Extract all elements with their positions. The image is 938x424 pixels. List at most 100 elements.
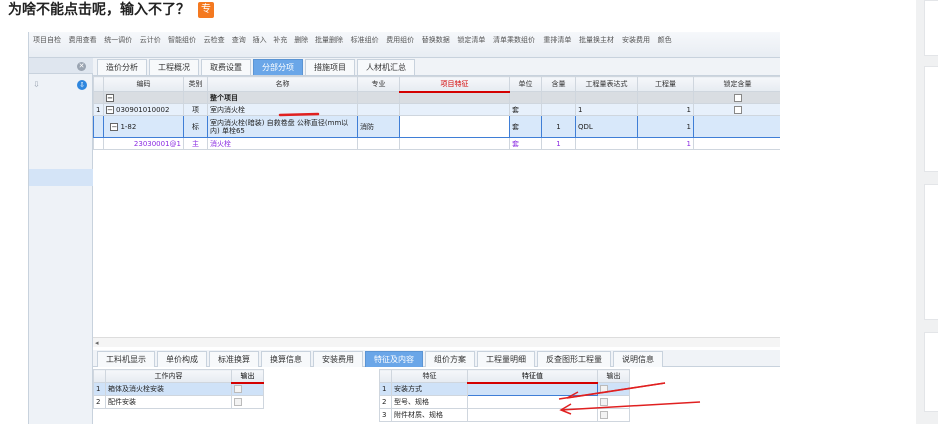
wc-row-text[interactable]: 配件安装 [105,395,232,409]
table-row[interactable]: 1 安装方式 [379,382,630,396]
col-header-ratio[interactable]: 含量 [541,76,576,92]
tab-cost-analysis[interactable]: 造价分析 [97,59,147,75]
tab-sub-items[interactable]: 分部分项 [253,59,303,75]
tab-conversion-info[interactable]: 换算信息 [261,351,311,367]
row-code: −030901010002 [103,103,184,116]
table-row[interactable]: 2 型号、规格 [379,395,630,409]
table-row[interactable]: − 整个项目 [93,91,780,104]
col-header-lock[interactable]: 锁定含量 [693,76,780,92]
output-checkbox[interactable] [600,398,608,406]
ribbon-button[interactable]: 插入 [253,35,267,45]
feature-value-input[interactable] [467,382,598,396]
output-checkbox[interactable] [600,385,608,393]
collapse-icon[interactable]: − [106,93,114,102]
main-tabs: 造价分析 工程概况 取费设置 分部分项 措施项目 人材机汇总 [93,58,780,76]
ribbon-button[interactable]: 锁定清单 [457,35,485,45]
tab-materials-summary[interactable]: 人材机汇总 [357,59,415,75]
scroll-left-icon[interactable]: ◂ [95,339,99,347]
row-name[interactable]: 室内消火栓 [207,103,358,116]
output-checkbox[interactable] [234,385,242,394]
feature-value-input[interactable] [467,408,598,422]
table-row[interactable]: 2 配件安装 [93,395,264,409]
output-checkbox[interactable] [600,411,608,419]
ft-row-index: 2 [379,395,392,409]
col-header-feature[interactable]: 项目特征 [399,76,510,93]
feature-value-input[interactable] [467,395,598,409]
tab-project-overview[interactable]: 工程概况 [149,59,199,75]
ribbon-button[interactable]: 查询 [232,35,246,45]
tab-unit-price[interactable]: 单价构成 [157,351,207,367]
horizontal-scrollbar[interactable]: ◂ [93,337,780,347]
row-feature [399,137,510,150]
table-row[interactable]: −1-82 标 室内消火栓(暗装) 自救卷盘 公称直径(mm以内) 单栓65 消… [93,115,780,138]
table-row[interactable]: 3 附件材质、规格 [379,408,630,422]
tab-fee-settings[interactable]: 取费设置 [201,59,251,75]
table-row[interactable]: 1 箱体及消火栓安装 [93,382,264,396]
row-type: 标 [183,115,208,138]
collapse-icon[interactable]: − [110,122,119,131]
expert-badge: 专 [198,2,214,18]
col-header-major[interactable]: 专业 [357,76,400,92]
col-header-qty[interactable]: 工程量 [637,76,694,92]
ribbon-button[interactable]: 云检查 [204,35,225,45]
tab-notes[interactable]: 说明信息 [613,351,663,367]
ribbon-button[interactable]: 云计价 [140,35,161,45]
ribbon-button[interactable]: 批量换主材 [579,35,614,45]
col-header-expr[interactable]: 工程量表达式 [575,76,638,92]
row-feature[interactable] [399,115,510,138]
col-header-index [93,76,104,92]
wc-col-index [93,369,106,383]
ribbon-button[interactable]: 清单乘数组价 [493,35,535,45]
output-checkbox[interactable] [234,398,242,406]
table-row[interactable]: 23030001@1 主 消火栓 套 1 1 [93,137,780,150]
row-lock [693,115,780,138]
row-expr[interactable]: QDL [575,115,638,138]
ribbon-button[interactable]: 项目自检 [33,35,61,45]
wc-row-text[interactable]: 箱体及消火栓安装 [105,382,232,396]
pin-icon[interactable]: ⇩ [33,80,40,89]
rail-card [924,184,938,320]
row-feature[interactable] [399,103,510,116]
table-row[interactable]: 1 −030901010002 项 室内消火栓 套 1 1 [93,103,780,116]
col-header-type[interactable]: 类别 [183,76,208,92]
ribbon-button[interactable]: 补充 [273,35,287,45]
col-header-unit[interactable]: 单位 [509,76,542,92]
tab-measures[interactable]: 措施项目 [305,59,355,75]
row-lock [693,137,780,150]
ribbon-button[interactable]: 安装费用 [622,35,650,45]
col-header-name[interactable]: 名称 [207,76,358,92]
ribbon-button[interactable]: 重排清单 [543,35,571,45]
tab-reverse-lookup[interactable]: 反查图形工程量 [537,351,611,367]
download-icon[interactable]: ⇩ [77,80,87,90]
grid-header-row: 编码 类别 名称 专业 项目特征 单位 含量 工程量表达式 工程量 锁定含量 [93,76,780,93]
ribbon-button[interactable]: 智能组价 [168,35,196,45]
ribbon-button[interactable]: 批量删除 [315,35,343,45]
ft-col-name: 特征 [391,369,468,383]
tab-labor-materials[interactable]: 工料机显示 [97,351,155,367]
wc-row-index: 2 [93,395,106,409]
collapse-icon[interactable]: − [106,105,114,114]
ribbon-button[interactable]: 标准组价 [351,35,379,45]
ribbon-button[interactable]: 替换数据 [422,35,450,45]
row-expr[interactable]: 1 [575,103,638,116]
tab-features-content[interactable]: 特征及内容 [365,351,423,367]
lock-checkbox[interactable] [733,93,742,102]
tab-pricing-plan[interactable]: 组价方案 [425,351,475,367]
row-name[interactable]: 室内消火栓(暗装) 自救卷盘 公称直径(mm以内) 单栓65 [207,115,358,138]
tab-std-conversion[interactable]: 标准换算 [209,351,259,367]
ft-row-name: 安装方式 [391,382,468,396]
row-name[interactable]: 消火栓 [207,137,358,150]
close-icon[interactable]: ✕ [77,62,86,71]
ribbon-button[interactable]: 统一调价 [104,35,132,45]
ribbon-button[interactable]: 费用查看 [69,35,97,45]
ribbon-button[interactable]: 费用组价 [386,35,414,45]
row-name: 整个项目 [207,91,358,104]
ribbon-button[interactable]: 颜色 [658,35,672,45]
ribbon-button[interactable]: 删除 [294,35,308,45]
col-header-code[interactable]: 编码 [103,76,184,92]
row-unit [509,91,542,104]
tab-install-fee[interactable]: 安装费用 [313,351,363,367]
left-pane-selected-item[interactable] [29,169,93,186]
lock-checkbox[interactable] [733,105,742,114]
tab-qty-detail[interactable]: 工程量明细 [477,351,535,367]
